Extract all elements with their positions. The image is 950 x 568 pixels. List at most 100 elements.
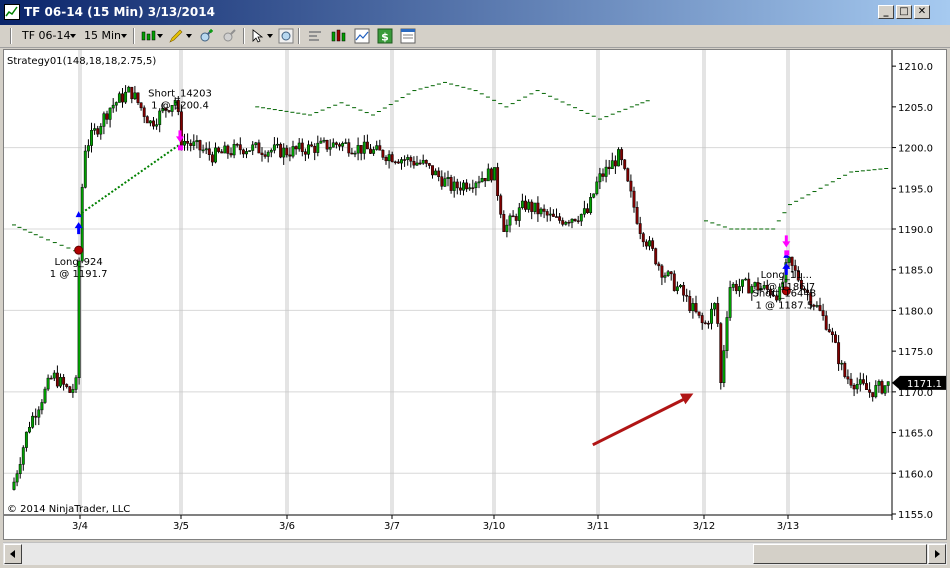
candle [384,155,388,165]
minimize-icon[interactable]: _ [878,5,894,19]
zoom-in-icon[interactable] [198,28,214,44]
candle [55,365,59,389]
candle-body [861,379,865,384]
candle [279,142,283,159]
title-bar[interactable]: TF 06-14 (15 Min) 3/13/2014 _ □ ✕ [0,0,950,25]
candle [393,160,397,165]
candle-body [505,224,509,232]
candle [679,283,682,289]
chart-icon[interactable] [354,28,370,44]
trade-price-label: 1 @ 1187.5 [755,300,813,311]
candle-body [567,221,571,224]
toolbar-separator [10,28,12,44]
candle [223,141,227,154]
interval-selector[interactable]: 15 Min [84,29,121,42]
dollar-icon[interactable]: $ [377,28,393,44]
instrument-selector[interactable]: TF 06-14 [22,29,71,42]
candle [654,247,658,266]
candle-body [728,287,732,318]
candle [49,375,53,380]
candle-body [37,409,41,418]
candle-body [49,377,53,380]
candle [241,148,245,158]
price-chart-canvas[interactable]: Long_9241 @ 1191.7 Short_142031 @ 1200.4 L… [4,50,946,539]
maximize-icon[interactable]: □ [896,5,912,19]
candle [86,139,90,159]
scroll-right-button[interactable] [928,544,946,564]
candle [74,375,78,393]
candlestick-icon[interactable] [140,28,156,44]
candle-body [725,317,729,351]
price-chart[interactable]: Long_924 1 @ 1191.7 Short_14203 1 @ 1200.4 L… [3,49,947,540]
drawing-tools-dropdown-icon[interactable] [186,34,192,38]
candle [827,323,831,333]
candle [356,137,360,161]
chart-style-dropdown-icon[interactable] [157,34,163,38]
copyright-label: © 2014 NinjaTrader, LLC [7,504,130,515]
candle [365,134,369,150]
candle [65,383,69,389]
scroll-left-button[interactable] [4,544,22,564]
candle-body [520,200,524,208]
toolbar-separator [133,28,135,44]
candle-body [601,173,605,177]
candle [747,272,751,294]
instrument-dropdown-icon[interactable] [70,34,76,38]
candle-body [657,263,661,267]
candle [297,138,301,152]
zoom-out-icon[interactable] [221,28,237,44]
trade-connector-line [78,143,181,216]
properties-icon[interactable] [400,28,416,44]
candle [530,199,534,220]
candle-body [592,193,596,198]
candle-body [688,296,692,312]
candle-body [499,195,503,215]
candle-body [282,147,286,158]
candle-body [139,102,143,109]
candle-body [158,110,162,125]
candle-body [210,154,214,163]
candle-body [353,152,357,155]
candle-body [381,149,385,158]
cursor-dropdown-icon[interactable] [267,34,273,38]
cursor-icon[interactable] [250,28,266,44]
candle [524,195,527,212]
candle-body [245,151,248,155]
candle [34,408,38,426]
candle [710,302,713,330]
candle [303,148,307,162]
candle-body [641,233,645,243]
candle-body [790,256,794,266]
candle [641,232,645,247]
trade-label: Long_924 [54,257,102,268]
candle-body [815,305,819,307]
candle [623,159,627,171]
candle [40,399,44,415]
magnify-icon[interactable] [278,28,294,44]
pencil-icon[interactable] [168,28,184,44]
candle [638,216,642,240]
interval-dropdown-icon[interactable] [121,34,127,38]
indicator-icon[interactable] [307,28,323,44]
candle [486,163,490,182]
candle-body [493,167,496,181]
candle [474,180,478,196]
candle [651,237,655,251]
strategy-icon[interactable] [331,28,347,44]
candle [245,148,248,159]
candle [644,239,648,250]
candle-body [747,278,751,294]
candle-body [121,93,124,103]
horizontal-scrollbar[interactable] [3,542,947,565]
trade-price-label: 1 @ 1200.4 [151,100,209,111]
candle-body [235,144,239,146]
close-icon[interactable]: ✕ [914,5,930,19]
candle [595,176,599,196]
candle [316,135,320,157]
scroll-thumb[interactable] [753,544,927,564]
candle-body [71,389,75,393]
candle [68,385,72,393]
candle [480,171,484,183]
candle-body [241,149,245,155]
candle [272,137,276,154]
